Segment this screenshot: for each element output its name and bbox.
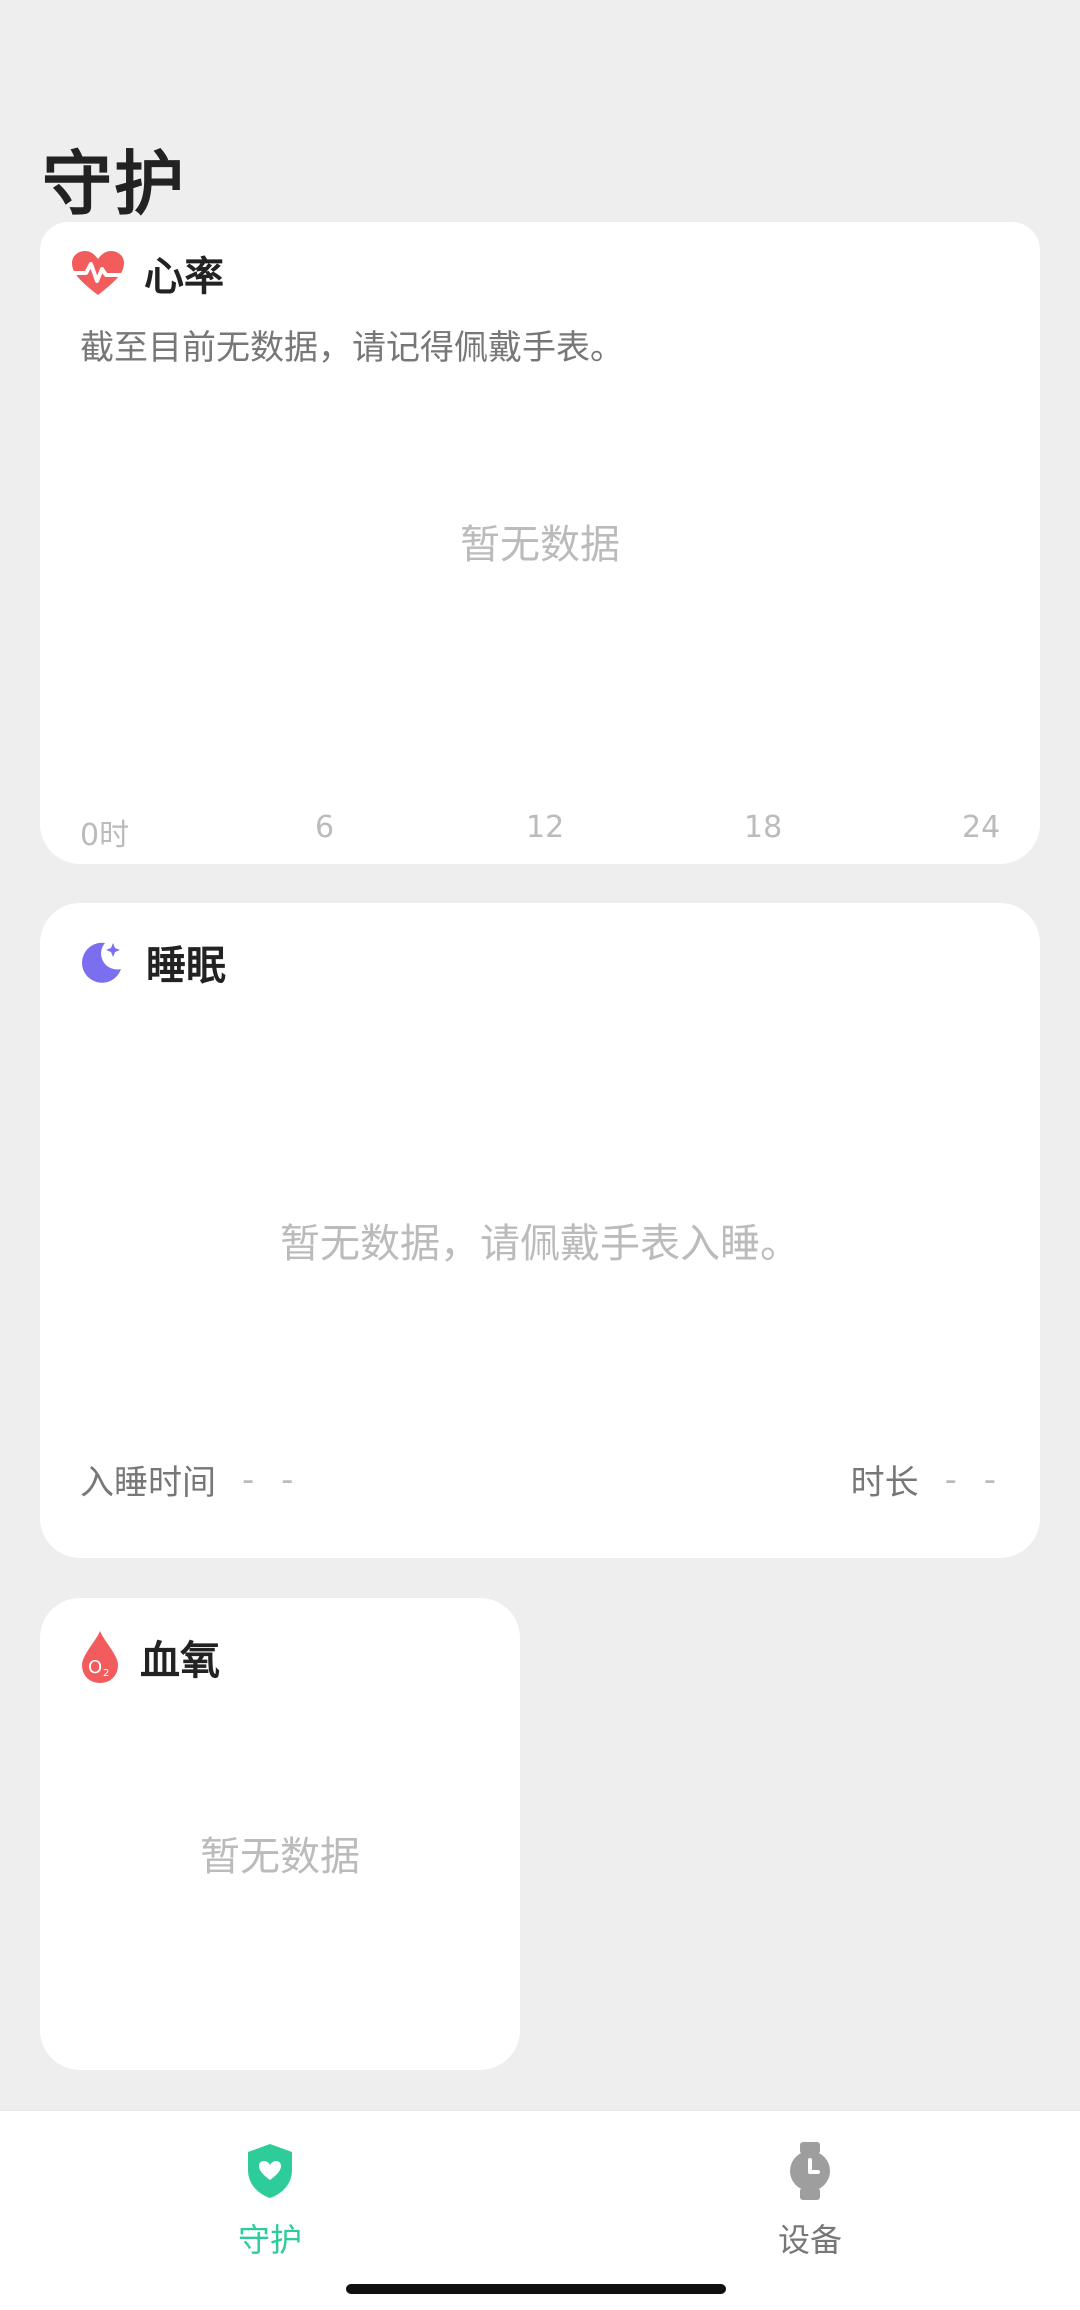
heart-rate-header: 心率 bbox=[70, 244, 224, 302]
bottom-tab-bar: 守护 设备 bbox=[0, 2110, 1080, 2310]
duration-row: 时长 - - bbox=[851, 1455, 1004, 1504]
duration-value: - - bbox=[944, 1459, 1004, 1500]
bedtime-value: - - bbox=[242, 1459, 302, 1500]
axis-tick-18: 18 bbox=[744, 810, 783, 845]
tab-guard[interactable]: 守护 bbox=[170, 2141, 370, 2261]
heart-rate-card[interactable]: 心率 截至目前无数据，请记得佩戴手表。 暂无数据 0时 6 12 18 24 bbox=[40, 222, 1040, 864]
svg-text:O: O bbox=[88, 1657, 102, 1678]
sleep-header: 睡眠 bbox=[72, 933, 226, 991]
heart-rate-empty-text: 暂无数据 bbox=[460, 522, 620, 568]
svg-text:2: 2 bbox=[103, 1668, 109, 1679]
home-indicator[interactable] bbox=[346, 2284, 726, 2294]
sleep-empty-text: 暂无数据，请佩戴手表入睡。 bbox=[280, 1221, 800, 1267]
axis-tick-0: 0时 bbox=[80, 818, 130, 853]
bedtime-row: 入睡时间 - - bbox=[80, 1455, 301, 1504]
moon-icon bbox=[72, 934, 128, 990]
o2-drop-icon: O 2 bbox=[72, 1629, 128, 1685]
heart-rate-title: 心率 bbox=[144, 254, 224, 300]
sleep-title: 睡眠 bbox=[146, 943, 226, 989]
tab-guard-label: 守护 bbox=[237, 2221, 302, 2259]
tab-device[interactable]: 设备 bbox=[710, 2141, 910, 2261]
blood-oxygen-header: O 2 血氧 bbox=[72, 1628, 220, 1686]
bedtime-label: 入睡时间 bbox=[80, 1463, 216, 1503]
page-title: 守护 bbox=[42, 143, 186, 225]
heart-rate-axis: 0时 6 12 18 24 bbox=[80, 810, 1001, 853]
sleep-card[interactable]: 睡眠 暂无数据，请佩戴手表入睡。 入睡时间 - - 时长 - - bbox=[40, 903, 1040, 1558]
shield-heart-icon bbox=[240, 2141, 300, 2201]
axis-tick-6: 6 bbox=[315, 810, 335, 845]
heart-pulse-icon bbox=[70, 245, 126, 301]
axis-tick-12: 12 bbox=[526, 810, 565, 845]
blood-oxygen-empty-text: 暂无数据 bbox=[200, 1834, 360, 1880]
blood-oxygen-title: 血氧 bbox=[140, 1638, 220, 1684]
tab-device-label: 设备 bbox=[777, 2221, 842, 2259]
heart-rate-note: 截至目前无数据，请记得佩戴手表。 bbox=[80, 328, 624, 368]
blood-oxygen-card[interactable]: O 2 血氧 暂无数据 bbox=[40, 1598, 520, 2070]
watch-icon bbox=[780, 2141, 840, 2201]
duration-label: 时长 bbox=[850, 1463, 919, 1503]
axis-tick-24: 24 bbox=[962, 810, 1001, 845]
